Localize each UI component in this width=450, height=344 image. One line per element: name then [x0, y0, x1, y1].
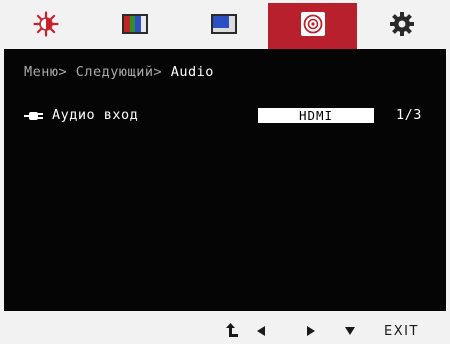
display-picture-icon: [210, 13, 238, 39]
breadcrumb-current: Audio: [170, 64, 214, 80]
color-bars-icon: [121, 13, 149, 39]
audio-input-row[interactable]: Аудио вход HDMI 1/3: [24, 107, 434, 125]
breadcrumb-separator: >: [58, 64, 68, 80]
audio-input-value[interactable]: HDMI: [258, 108, 374, 123]
tab-audio[interactable]: [268, 3, 358, 49]
right-triangle-icon[interactable]: [306, 322, 316, 340]
exit-button[interactable]: EXIT: [384, 322, 419, 340]
return-arrow-icon[interactable]: [226, 322, 240, 340]
osd-menu: Меню> Следующий> Audio Аудио вход HDMI 1…: [0, 0, 450, 344]
brightness-icon: [33, 11, 59, 41]
left-triangle-icon[interactable]: [256, 322, 266, 340]
gear-icon: [389, 11, 415, 41]
tab-picture[interactable]: [180, 3, 269, 49]
audio-disc-icon: [300, 11, 326, 41]
breadcrumb-separator: >: [153, 64, 163, 80]
hotkey-bar: EXIT: [0, 318, 450, 344]
tab-color[interactable]: [91, 3, 180, 49]
breadcrumb: Меню> Следующий> Audio: [24, 64, 214, 80]
menu-panel: Меню> Следующий> Audio Аудио вход HDMI 1…: [4, 49, 446, 311]
tab-brightness[interactable]: [2, 3, 91, 49]
tab-settings[interactable]: [357, 3, 446, 49]
audio-input-count: 1/3: [396, 107, 422, 123]
audio-input-label: Аудио вход: [52, 107, 139, 123]
tab-bar: [2, 3, 446, 49]
plug-icon: [24, 108, 44, 127]
down-triangle-icon[interactable]: [344, 322, 356, 340]
breadcrumb-menu[interactable]: Меню: [24, 64, 59, 80]
breadcrumb-next[interactable]: Следующий: [76, 64, 154, 80]
